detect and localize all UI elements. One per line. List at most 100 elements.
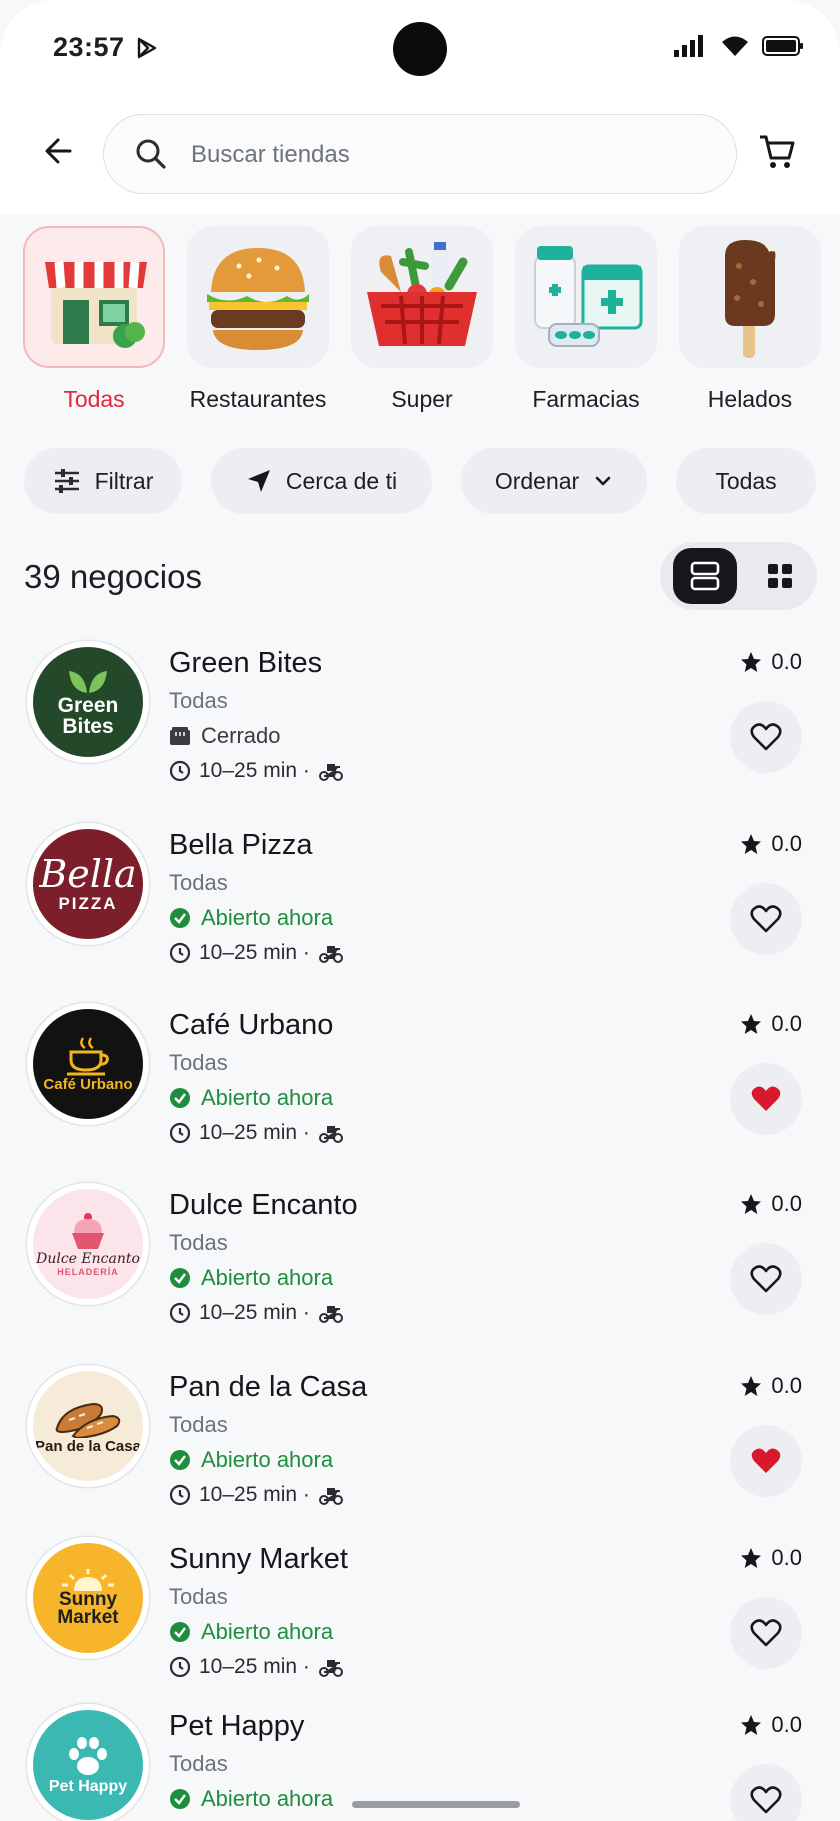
store-status: Abierto ahora xyxy=(169,1265,333,1291)
heart-outline-icon xyxy=(750,1786,782,1814)
category-label: Todas xyxy=(63,386,125,412)
clock-icon xyxy=(169,1302,191,1324)
rating-value: 0.0 xyxy=(771,1011,802,1036)
store-logo: Pet Happy xyxy=(27,1704,149,1821)
category-todas[interactable]: Todas xyxy=(21,222,167,413)
search-placeholder: Buscar tiendas xyxy=(191,141,350,168)
logo-text: Bites xyxy=(62,715,114,738)
logo-text: PIZZA xyxy=(58,894,118,913)
nearby-button[interactable]: Cerca de ti xyxy=(211,448,432,514)
grid-view-button[interactable] xyxy=(752,548,808,604)
star-icon xyxy=(741,1715,762,1735)
store-name: Dulce Encanto xyxy=(169,1189,358,1221)
store-eta: 10–25 min · xyxy=(169,941,344,965)
pharmacy-icon xyxy=(534,246,643,347)
store-status-text: Abierto ahora xyxy=(201,1786,334,1811)
sort-dropdown[interactable]: Ordenar xyxy=(461,448,647,514)
category-tile xyxy=(515,226,657,368)
category-carousel: Todas Restaurantes Super Farmacias Helad… xyxy=(0,222,840,422)
category-super[interactable]: Super xyxy=(349,222,495,413)
filter-button[interactable]: Filtrar xyxy=(24,448,182,514)
category-label: Helados xyxy=(707,386,793,412)
favorite-button[interactable] xyxy=(730,1243,802,1315)
store-eta-text: 10–25 min · xyxy=(199,1121,310,1144)
store-category: Todas xyxy=(169,1412,228,1437)
rating-value: 0.0 xyxy=(771,1712,802,1737)
category-label: Farmacias xyxy=(532,386,640,412)
star-icon xyxy=(741,834,762,854)
heart-outline-icon xyxy=(750,723,782,751)
store-name: Café Urbano xyxy=(169,1009,334,1041)
store-status-text: Abierto ahora xyxy=(201,905,334,930)
star-icon xyxy=(741,652,762,672)
rating-value: 0.0 xyxy=(771,1373,802,1398)
store-row[interactable]: Pan de la Casa Pan de la Casa Todas Abie… xyxy=(0,1353,840,1533)
favorite-button[interactable] xyxy=(730,1063,802,1135)
favorite-button[interactable] xyxy=(730,1764,802,1821)
all-filter-chip[interactable]: Todas xyxy=(676,448,816,514)
clock-icon xyxy=(169,942,191,964)
favorite-button[interactable] xyxy=(730,701,802,773)
store-row[interactable]: Café Urbano Café Urbano Todas Abierto ah… xyxy=(0,991,840,1171)
logo-text: Market xyxy=(57,1607,119,1628)
favorite-button[interactable] xyxy=(730,1597,802,1669)
logo-text: Pet Happy xyxy=(48,1778,128,1795)
all-filter-label: Todas xyxy=(715,467,777,494)
home-indicator[interactable] xyxy=(352,1801,520,1808)
store-icon xyxy=(45,261,147,348)
search-input[interactable]: Buscar tiendas xyxy=(103,114,737,194)
store-name: Sunny Market xyxy=(169,1543,348,1575)
cart-icon[interactable] xyxy=(757,132,797,172)
check-circle-icon xyxy=(170,908,190,928)
store-row[interactable]: Dulce Encanto HELADERÍA Dulce Encanto To… xyxy=(0,1171,840,1351)
rating-value: 0.0 xyxy=(771,1545,802,1570)
delivery-scooter-icon xyxy=(318,1488,343,1505)
store-row[interactable]: Sunny Market Sunny Market Todas Abierto … xyxy=(0,1525,840,1705)
store-category: Todas xyxy=(169,1230,228,1255)
play-store-icon xyxy=(137,37,157,59)
store-status-text: Abierto ahora xyxy=(201,1619,334,1644)
delivery-scooter-icon xyxy=(318,946,343,963)
category-helados[interactable]: Helados xyxy=(677,222,823,413)
store-eta: 10–25 min · xyxy=(169,1655,344,1679)
category-tile xyxy=(351,226,493,368)
clock-icon xyxy=(169,1656,191,1678)
store-eta: 10–25 min · xyxy=(169,1483,344,1507)
list-view-button[interactable] xyxy=(673,548,737,604)
signal-icon xyxy=(674,35,703,57)
store-logo: Café Urbano xyxy=(27,1003,149,1125)
closed-store-icon xyxy=(170,727,190,745)
store-category: Todas xyxy=(169,870,228,895)
category-label: Restaurantes xyxy=(189,386,327,412)
store-status: Cerrado xyxy=(169,723,280,749)
grocery-basket-icon xyxy=(367,242,477,346)
store-status: Abierto ahora xyxy=(169,1619,333,1645)
heart-outline-icon xyxy=(750,1619,782,1647)
category-tile xyxy=(187,226,329,368)
heart-filled-icon xyxy=(751,1448,781,1473)
battery-icon xyxy=(762,36,803,56)
view-toggle xyxy=(660,542,817,610)
leaf-icon xyxy=(69,671,107,693)
star-icon xyxy=(741,1376,762,1396)
rating-value: 0.0 xyxy=(771,649,802,674)
store-row[interactable]: Green Bites Green Bites Todas Cerrado 10… xyxy=(0,629,840,809)
clock-icon xyxy=(169,760,191,782)
back-arrow-icon[interactable] xyxy=(38,130,80,172)
store-row[interactable]: Bella PIZZA Bella Pizza Todas Abierto ah… xyxy=(0,811,840,991)
logo-text: Café Urbano xyxy=(43,1075,133,1093)
category-restaurantes[interactable]: Restaurantes xyxy=(185,222,331,413)
store-eta: 10–25 min · xyxy=(169,1121,344,1145)
favorite-button[interactable] xyxy=(730,883,802,955)
logo-text: Green xyxy=(57,694,119,717)
store-rating: 0.0 xyxy=(739,1545,802,1571)
grid-view-icon xyxy=(768,564,792,588)
system-icons xyxy=(674,34,804,58)
favorite-button[interactable] xyxy=(730,1425,802,1497)
store-category: Todas xyxy=(169,688,228,713)
logo-text: Pan de la Casa xyxy=(35,1437,141,1455)
coffee-cup-icon xyxy=(67,1036,109,1075)
check-circle-icon xyxy=(170,1789,190,1809)
sliders-icon xyxy=(54,469,79,493)
category-farmacias[interactable]: Farmacias xyxy=(513,222,659,413)
